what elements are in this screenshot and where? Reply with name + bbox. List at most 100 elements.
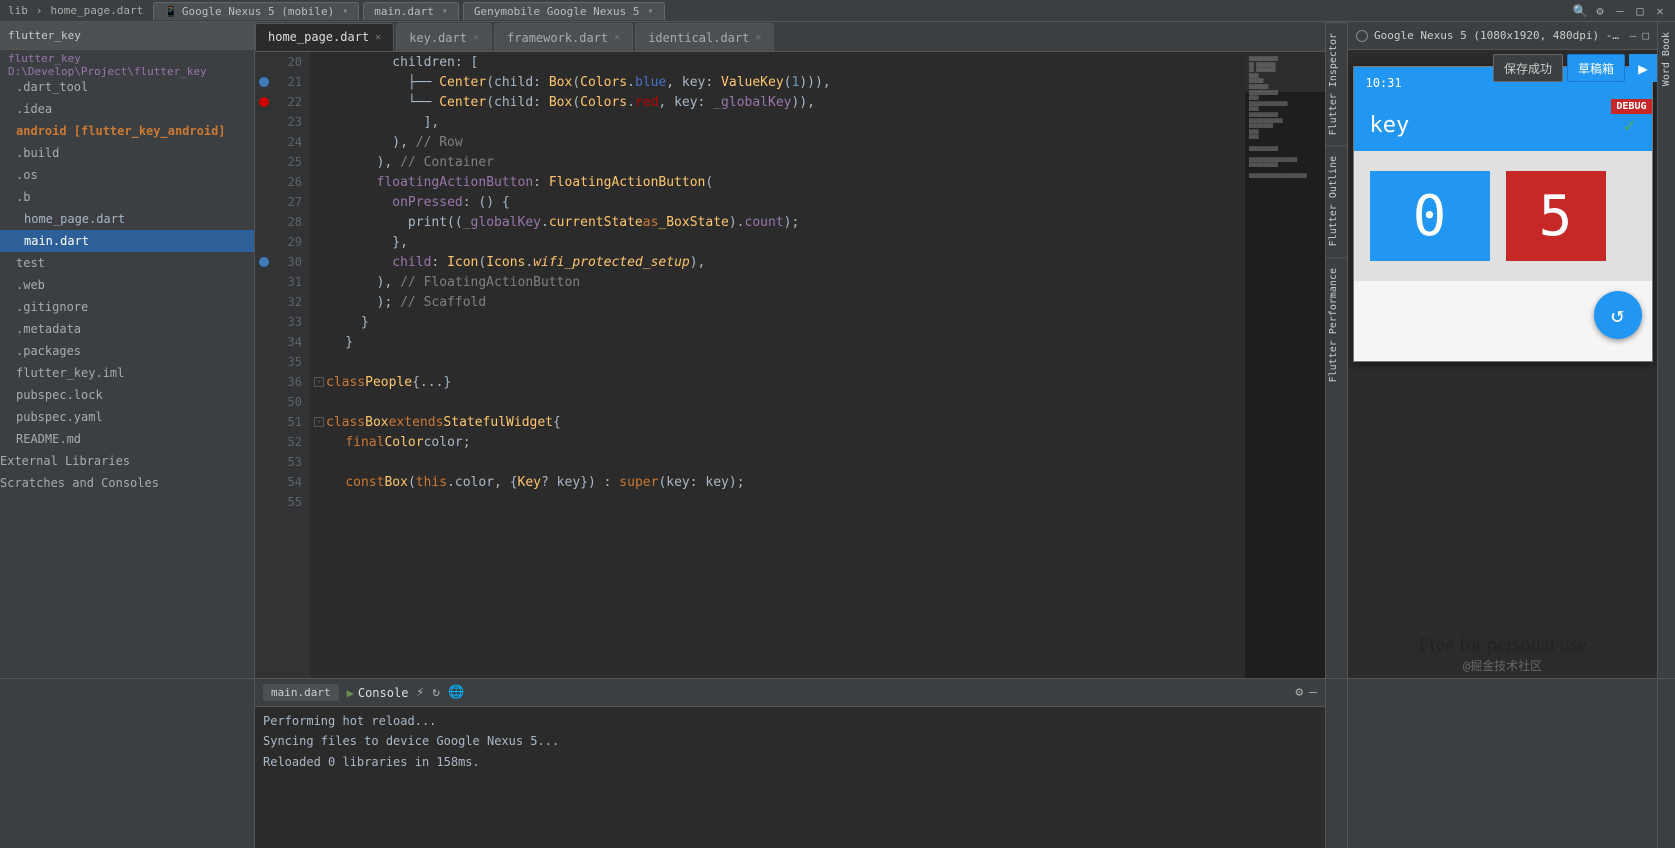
tab-close-identical[interactable]: ✕ [755,32,761,43]
sidebar-item-main-dart[interactable]: main.dart [0,230,254,252]
sidebar-item-scratches[interactable]: Scratches and Consoles [0,472,254,494]
settings-icon[interactable]: ⚙ [1593,4,1607,18]
device-tab-main[interactable]: main.dart ▾ [363,2,459,20]
tab-flutter-performance[interactable]: Flutter Performance [1326,257,1347,392]
sidebar-item-pubspec-yaml[interactable]: pubspec.yaml [0,406,254,428]
project-name: flutter_key [8,29,81,42]
editor-content: 20 21 22 23 24 25 26 27 28 29 [255,52,1325,678]
tab-flutter-outline[interactable]: Flutter Outline [1326,145,1347,256]
phone-box-red: 5 [1506,171,1606,261]
sidebar-item-gitignore[interactable]: .gitignore [0,296,254,318]
code-line-34: } [310,332,1245,352]
tab-close-home[interactable]: ✕ [375,32,381,43]
editor-area: home_page.dart ✕ key.dart ✕ framework.da… [255,22,1325,678]
fold-36-icon[interactable]: - [314,377,324,387]
lib-item[interactable]: lib [8,4,28,17]
sidebar-item-packages[interactable]: .packages [0,340,254,362]
code-line-51: -class Box extends StatefulWidget { [310,412,1245,432]
code-line-55 [310,492,1245,512]
sidebar-item-root[interactable]: flutter_key D:\Develop\Project\flutter_k… [0,54,254,76]
minimize-console-icon[interactable]: — [1309,685,1317,700]
bottom-tab-label[interactable]: main.dart [263,684,339,701]
sidebar-item-idea[interactable]: .idea [0,98,254,120]
sidebar-item-os[interactable]: .os [0,164,254,186]
code-line-32: ); // Scaffold [310,292,1245,312]
run-icon[interactable]: ⚡ [416,685,424,700]
maximize-icon[interactable]: □ [1633,4,1647,18]
phone-bottom-area: ↺ [1354,281,1652,361]
console-icon: ▶ [347,686,354,700]
tab-close-key[interactable]: ✕ [473,32,479,43]
ln-29: 29 [255,232,310,252]
console-output[interactable]: Performing hot reload... Syncing files t… [255,707,1325,848]
sidebar-item-iml[interactable]: flutter_key.iml [0,362,254,384]
fold-51-icon[interactable]: - [314,417,324,427]
tab-key[interactable]: key.dart ✕ [396,23,492,51]
close-icon[interactable]: ▾ [342,6,348,17]
minimize-icon[interactable]: — [1613,4,1627,18]
sidebar-item-dart-tool[interactable]: .dart_tool [0,76,254,98]
bottom-tab-console[interactable]: ▶ Console [347,686,409,700]
sidebar-item-b[interactable]: .b [0,186,254,208]
code-line-50 [310,392,1245,412]
tab-identical[interactable]: identical.dart ✕ [635,23,774,51]
watermark-text: Free for personal use [1348,634,1657,657]
code-line-30: child: Icon(Icons.wifi_protected_setup), [310,252,1245,272]
tab-flutter-inspector[interactable]: Flutter Inspector [1326,22,1347,145]
device-tab-genymobile[interactable]: Genymobile Google Nexus 5 ▾ [463,2,665,20]
sidebar-item-android[interactable]: android [flutter_key_android] [0,120,254,142]
sidebar-item-home-page[interactable]: home_page.dart [0,208,254,230]
phone-mock: DEBUG 10:31 key ✓ 0 5 [1353,66,1653,362]
code-line-52: final Color color; [310,432,1245,452]
action-button[interactable]: ▶ [1629,54,1657,82]
home-page-breadcrumb[interactable]: home_page.dart [51,4,144,17]
refresh-icon[interactable]: ↻ [432,685,440,700]
device-tabs: 📱 Google Nexus 5 (mobile) ▾ main.dart ▾ … [153,2,1563,20]
editor-tabs: home_page.dart ✕ key.dart ✕ framework.da… [255,22,1325,52]
tab-home-page[interactable]: home_page.dart ✕ [255,23,394,51]
tab-close-framework[interactable]: ✕ [614,32,620,43]
device-tab-nexus[interactable]: 📱 Google Nexus 5 (mobile) ▾ [153,2,359,20]
ln-32: 32 [255,292,310,312]
sidebar-item-build[interactable]: .build [0,142,254,164]
search-icon[interactable]: 🔍 [1573,4,1587,18]
ln-35: 35 [255,352,310,372]
tab-word-book[interactable]: Word Book [1659,22,1674,96]
console-action-icons: ⚙ — [1295,685,1317,700]
close-icon2[interactable]: ▾ [442,6,448,17]
minimize-preview-icon[interactable]: — [1630,29,1637,42]
settings-console-icon[interactable]: ⚙ [1295,685,1303,700]
code-line-21: ├── Center(child: Box(Colors.blue, key: … [310,72,1245,92]
code-line-28: print((_globalKey.currentState as _BoxSt… [310,212,1245,232]
code-container[interactable]: 20 21 22 23 24 25 26 27 28 29 [255,52,1325,678]
close-icon-main[interactable]: ✕ [1653,4,1667,18]
sidebar-item-pubspec-lock[interactable]: pubspec.lock [0,384,254,406]
phone-box-blue: 0 [1370,171,1490,261]
tab-label-identical: identical.dart [648,31,749,45]
code-line-20: children: [ [310,52,1245,72]
tab-framework[interactable]: framework.dart ✕ [494,23,633,51]
word-book-panel: Word Book [1657,22,1675,678]
sidebar-item-test[interactable]: test [0,252,254,274]
browser-icon[interactable]: 🌐 [448,685,464,700]
code-line-36: -class People {...} [310,372,1245,392]
maximize-preview-icon[interactable]: □ [1642,29,1649,42]
ln-30: 30 [255,252,310,272]
save-success-button[interactable]: 保存成功 [1493,54,1563,82]
save-area: 保存成功 草稿箱 ▶ [1493,54,1657,82]
ln-51: 51 [255,412,310,432]
close-icon3[interactable]: ▾ [648,6,654,17]
sidebar-tree: flutter_key D:\Develop\Project\flutter_k… [0,50,254,678]
sidebar-item-readme[interactable]: README.md [0,428,254,450]
ln-34: 34 [255,332,310,352]
hot-reload-button[interactable]: 草稿箱 [1567,54,1625,82]
ln-26: 26 [255,172,310,192]
status-time: 10:31 [1366,76,1402,90]
blue-dot-icon [259,77,269,87]
fab-button[interactable]: ↺ [1594,291,1642,339]
sidebar-item-external-libs[interactable]: External Libraries [0,450,254,472]
sidebar-item-metadata[interactable]: .metadata [0,318,254,340]
code-line-23: ], [310,112,1245,132]
sidebar-item-web[interactable]: .web [0,274,254,296]
code-lines[interactable]: children: [ ├── Center(child: Box(Colors… [310,52,1245,678]
